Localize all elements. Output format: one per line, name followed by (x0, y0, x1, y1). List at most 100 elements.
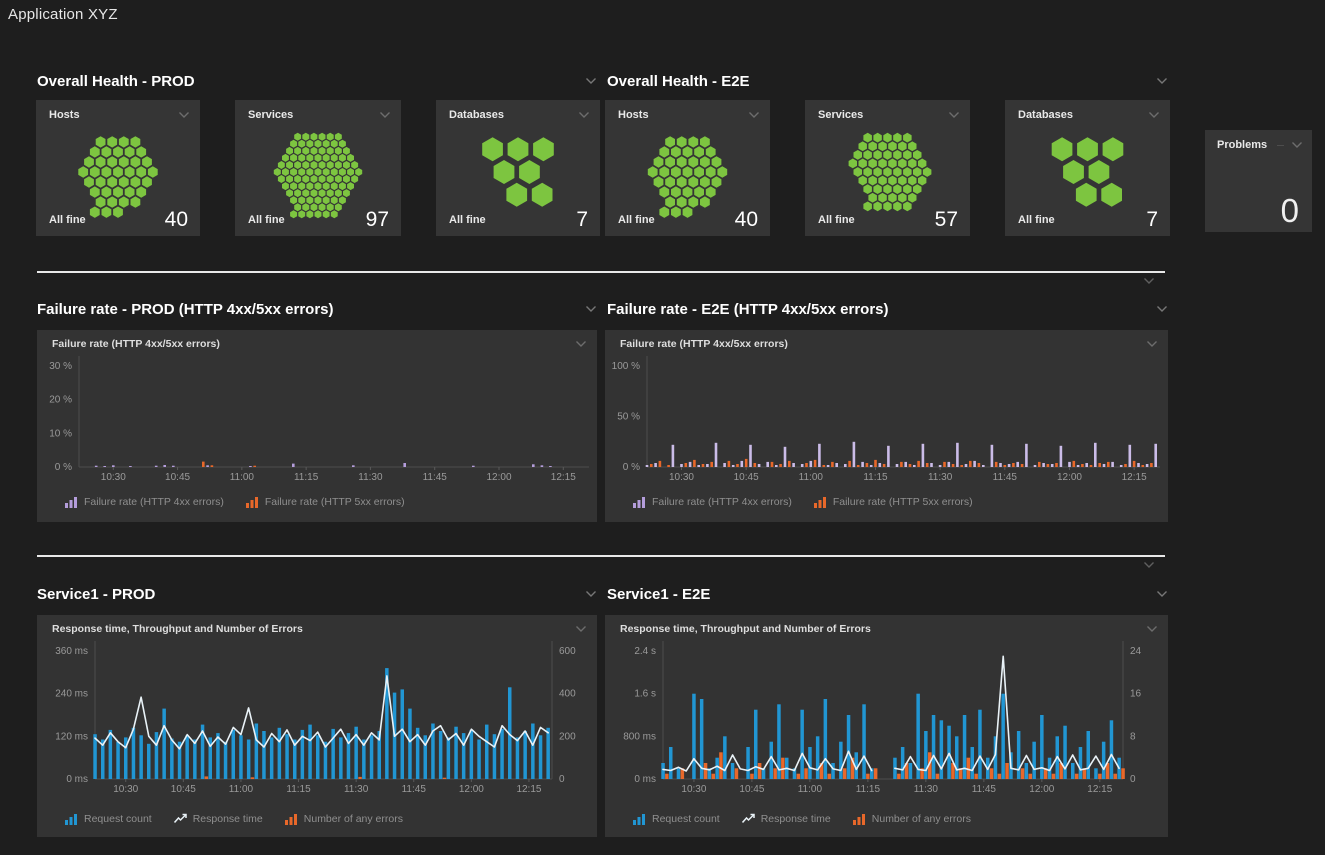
svg-text:11:00: 11:00 (230, 472, 255, 483)
chevron-down-icon[interactable] (585, 590, 597, 598)
bar-chart-icon (285, 813, 298, 825)
section-header-service-prod: Service1 - PROD (37, 585, 597, 603)
svg-text:10:45: 10:45 (165, 472, 190, 483)
bar-chart-icon (853, 813, 866, 825)
svg-text:16: 16 (1130, 689, 1142, 700)
svg-text:10:45: 10:45 (171, 784, 196, 795)
problems-count: 0 (1281, 192, 1299, 230)
svg-text:12:15: 12:15 (551, 472, 576, 483)
health-tile-hosts-e2e[interactable]: Hosts All fine 40 (605, 100, 770, 236)
svg-text:100 %: 100 % (612, 361, 640, 372)
entity-count: 7 (576, 208, 588, 232)
svg-text:10 %: 10 % (49, 428, 72, 439)
svg-text:11:15: 11:15 (863, 472, 888, 483)
chart-tile-failure-e2e[interactable]: Failure rate (HTTP 4xx/5xx errors) 100 %… (605, 330, 1168, 522)
entity-count: 40 (165, 208, 188, 232)
svg-text:800 ms: 800 ms (623, 731, 656, 742)
svg-text:11:30: 11:30 (928, 472, 953, 483)
svg-text:10:30: 10:30 (113, 784, 138, 795)
health-tile-services-e2e[interactable]: Services All fine 57 (805, 100, 970, 236)
chevron-down-icon[interactable] (1143, 561, 1155, 569)
legend-label: Request count (652, 813, 720, 825)
svg-text:24: 24 (1130, 646, 1142, 657)
chevron-down-icon[interactable] (748, 111, 760, 119)
svg-text:12:00: 12:00 (459, 784, 484, 795)
health-tile-hosts-prod[interactable]: Hosts All fine 40 (36, 100, 200, 236)
svg-text:11:15: 11:15 (856, 784, 881, 795)
legend-item: Failure rate (HTTP 5xx errors) (814, 496, 973, 508)
chevron-down-icon[interactable] (1156, 305, 1168, 313)
chart-tile-service-prod[interactable]: Response time, Throughput and Number of … (37, 615, 597, 837)
chevron-down-icon[interactable] (1156, 590, 1168, 598)
svg-text:10:45: 10:45 (739, 784, 764, 795)
failure-rate-chart[interactable]: 30 %20 %10 %0 %10:3010:4511:0011:1511:30… (37, 330, 597, 522)
section-title: Service1 - PROD (37, 586, 155, 603)
chart-tile-service-e2e[interactable]: Response time, Throughput and Number of … (605, 615, 1168, 837)
svg-text:11:30: 11:30 (344, 784, 369, 795)
legend-item: Response time (742, 813, 831, 825)
svg-text:11:45: 11:45 (423, 472, 448, 483)
svg-text:1.6 s: 1.6 s (634, 689, 656, 700)
svg-text:11:30: 11:30 (914, 784, 939, 795)
svg-text:11:30: 11:30 (358, 472, 383, 483)
divider-line (1277, 145, 1284, 146)
chevron-down-icon[interactable] (379, 111, 391, 119)
chevron-down-icon[interactable] (1156, 77, 1168, 85)
svg-text:12:15: 12:15 (1122, 472, 1147, 483)
section-header-failure-prod: Failure rate - PROD (HTTP 4xx/5xx errors… (37, 300, 597, 318)
legend-item: Number of any errors (285, 813, 403, 825)
svg-text:12:00: 12:00 (1057, 472, 1082, 483)
svg-text:12:00: 12:00 (1029, 784, 1054, 795)
legend-label: Response time (761, 813, 831, 825)
svg-text:10:30: 10:30 (669, 472, 694, 483)
status-label: All fine (248, 214, 285, 226)
svg-text:400: 400 (559, 689, 576, 700)
chart-tile-failure-prod[interactable]: Failure rate (HTTP 4xx/5xx errors) 30 %2… (37, 330, 597, 522)
status-label: All fine (49, 214, 86, 226)
svg-text:0 ms: 0 ms (634, 774, 656, 785)
health-tile-databases-prod[interactable]: Databases All fine 7 (436, 100, 600, 236)
health-tile-databases-e2e[interactable]: Databases All fine 7 (1005, 100, 1170, 236)
chevron-down-icon[interactable] (585, 77, 597, 85)
failure-rate-chart[interactable]: 100 %50 %0 %10:3010:4511:0011:1511:3011:… (605, 330, 1168, 522)
svg-text:11:15: 11:15 (286, 784, 311, 795)
chevron-down-icon[interactable] (1143, 277, 1155, 285)
chevron-down-icon[interactable] (178, 111, 190, 119)
svg-text:10:30: 10:30 (101, 472, 126, 483)
chevron-down-icon[interactable] (948, 111, 960, 119)
svg-text:120 ms: 120 ms (55, 731, 88, 742)
section-divider (37, 271, 1165, 273)
bar-chart-icon (633, 813, 646, 825)
legend-item: Failure rate (HTTP 4xx errors) (633, 496, 792, 508)
svg-text:0 %: 0 % (623, 462, 640, 473)
section-title: Overall Health - E2E (607, 73, 750, 90)
chevron-down-icon[interactable] (1148, 111, 1160, 119)
health-tiles-e2e: Hosts All fine 40 Services All fine 57 D… (605, 100, 1170, 236)
section-title: Overall Health - PROD (37, 73, 195, 90)
chevron-down-icon[interactable] (578, 111, 590, 119)
tile-label: Problems (1217, 139, 1267, 151)
svg-text:11:45: 11:45 (972, 784, 997, 795)
svg-text:240 ms: 240 ms (55, 689, 88, 700)
section-header-failure-e2e: Failure rate - E2E (HTTP 4xx/5xx errors) (607, 300, 1168, 318)
health-tiles-prod: Hosts All fine 40 Services All fine 97 D… (36, 100, 600, 236)
svg-text:11:45: 11:45 (402, 784, 427, 795)
problems-tile[interactable]: Problems 0 (1205, 130, 1312, 232)
tile-label: Hosts (618, 109, 649, 121)
bar-chart-icon (814, 496, 827, 508)
service-metrics-chart[interactable]: 2.4 s1.6 s800 ms0 ms24168010:3010:4511:0… (605, 615, 1168, 837)
status-label: All fine (818, 214, 855, 226)
legend-label: Response time (193, 813, 263, 825)
chevron-down-icon[interactable] (585, 305, 597, 313)
svg-text:0 %: 0 % (55, 462, 72, 473)
svg-text:0: 0 (559, 774, 565, 785)
tile-label: Services (818, 109, 863, 121)
health-tile-services-prod[interactable]: Services All fine 97 (235, 100, 401, 236)
chevron-down-icon[interactable] (1291, 141, 1303, 149)
legend-label: Failure rate (HTTP 5xx errors) (833, 496, 973, 508)
bar-chart-icon (246, 496, 259, 508)
svg-text:11:00: 11:00 (798, 784, 823, 795)
service-metrics-chart[interactable]: 360 ms240 ms120 ms0 ms600400200010:3010:… (37, 615, 597, 837)
svg-text:11:15: 11:15 (294, 472, 319, 483)
svg-text:11:00: 11:00 (799, 472, 824, 483)
